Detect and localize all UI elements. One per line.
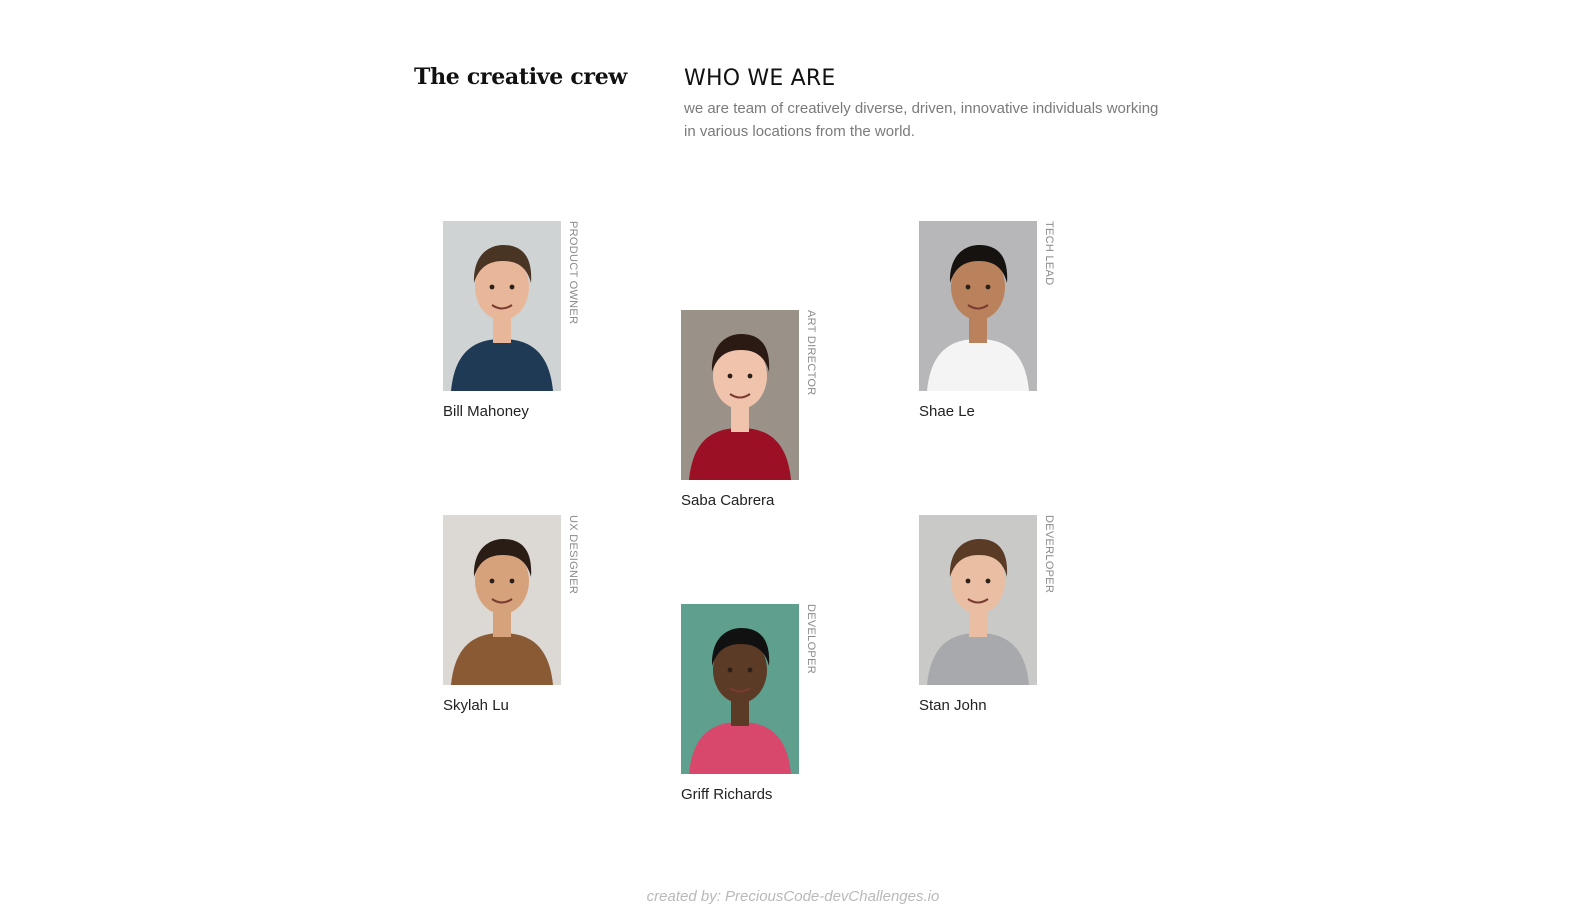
member-role: DEVELOPER — [805, 604, 817, 674]
member-photo — [919, 515, 1037, 685]
portrait-image — [919, 221, 1037, 391]
eye-left — [489, 284, 495, 290]
eye-right — [509, 284, 515, 290]
eye-right — [747, 667, 753, 673]
eye-left — [727, 373, 733, 379]
member-role: ART DIRECTOR — [805, 310, 817, 396]
portrait-image — [681, 604, 799, 774]
member-name: Griff Richards — [681, 786, 773, 803]
member-role: DEVERLOPER — [1043, 515, 1055, 594]
eye-left — [727, 667, 733, 673]
portrait-image — [919, 515, 1037, 685]
neck-shape — [493, 317, 511, 343]
eye-left — [965, 578, 971, 584]
section-heading: WHO WE ARE — [684, 66, 836, 91]
intro-section: WHO WE ARE we are team of creatively div… — [684, 66, 1164, 143]
member-card-stan: DEVERLOPER Stan John — [919, 515, 1079, 714]
member-card-bill: PRODUCT OWNER Bill Mahoney — [443, 221, 603, 420]
eye-left — [489, 578, 495, 584]
member-photo — [443, 515, 561, 685]
eye-right — [985, 578, 991, 584]
footer-credit[interactable]: created by: PreciousCode-devChallenges.i… — [0, 888, 1586, 904]
eye-right — [985, 284, 991, 290]
member-name: Saba Cabrera — [681, 492, 775, 509]
member-card-griff: DEVELOPER Griff Richards — [681, 604, 841, 803]
neck-shape — [731, 406, 749, 432]
member-name: Skylah Lu — [443, 697, 509, 714]
member-card-saba: ART DIRECTOR Saba Cabrera — [681, 310, 841, 509]
member-name: Stan John — [919, 697, 987, 714]
eye-left — [965, 284, 971, 290]
eye-right — [747, 373, 753, 379]
member-role: UX DESIGNER — [567, 515, 579, 595]
member-name: Bill Mahoney — [443, 403, 529, 420]
member-photo — [443, 221, 561, 391]
portrait-image — [681, 310, 799, 480]
neck-shape — [731, 700, 749, 726]
portrait-image — [443, 515, 561, 685]
neck-shape — [493, 611, 511, 637]
member-card-shae: TECH LEAD Shae Le — [919, 221, 1079, 420]
eye-right — [509, 578, 515, 584]
member-photo — [681, 604, 799, 774]
portrait-image — [443, 221, 561, 391]
brand-title: The creative crew — [414, 64, 628, 90]
member-photo — [919, 221, 1037, 391]
section-description: we are team of creatively diverse, drive… — [684, 100, 1159, 140]
member-card-skylah: UX DESIGNER Skylah Lu — [443, 515, 603, 714]
neck-shape — [969, 611, 987, 637]
member-photo — [681, 310, 799, 480]
member-role: TECH LEAD — [1043, 221, 1055, 286]
neck-shape — [969, 317, 987, 343]
member-name: Shae Le — [919, 403, 975, 420]
member-role: PRODUCT OWNER — [567, 221, 579, 325]
